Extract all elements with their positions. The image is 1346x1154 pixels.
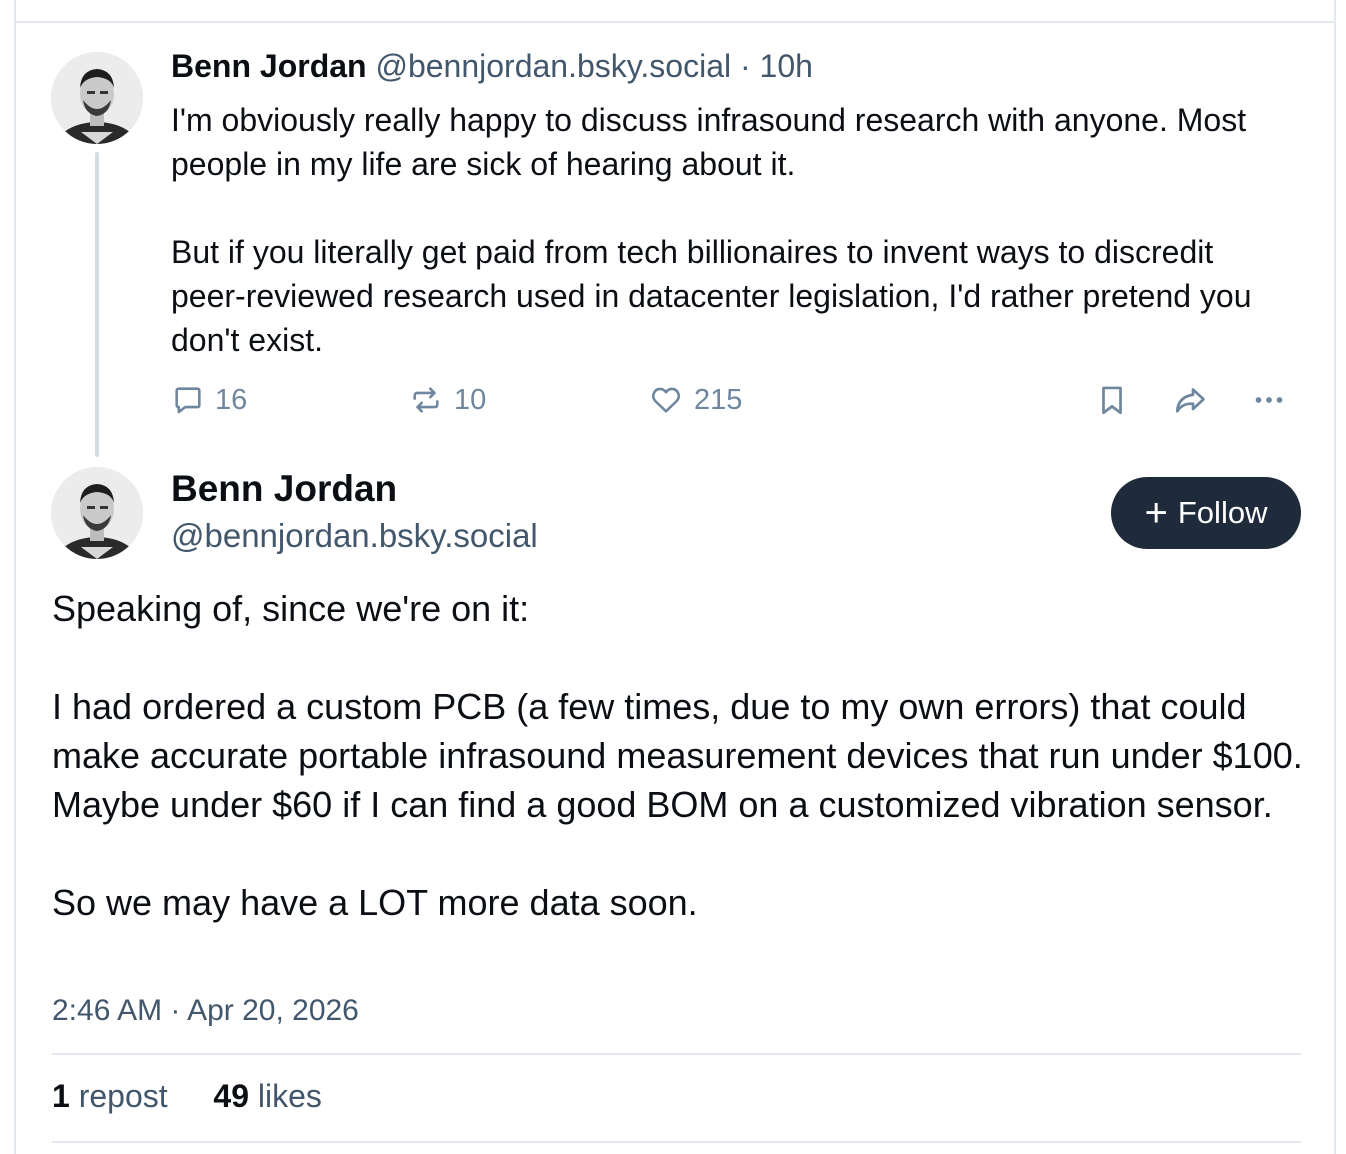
bookmark-icon <box>1102 386 1122 415</box>
top-divider <box>14 21 1336 23</box>
reply-author-handle[interactable]: @bennjordan.bsky.social <box>375 48 731 84</box>
follow-label: Follow <box>1177 495 1268 530</box>
post-timestamp[interactable]: 2:46 AM · Apr 20, 2026 <box>52 994 359 1028</box>
reply-button[interactable]: 16 <box>171 380 247 420</box>
stats-top-divider <box>52 1053 1301 1055</box>
reply-paragraph: I'm obviously really happy to discuss in… <box>171 102 1247 182</box>
post-author-handle[interactable]: @bennjordan.bsky.social <box>171 517 538 555</box>
like-count: 215 <box>694 383 743 416</box>
like-stat-label: likes <box>257 1078 322 1114</box>
like-stat[interactable]: 49 likes <box>213 1078 322 1114</box>
plus-icon: + <box>1144 491 1168 535</box>
like-stat-count: 49 <box>213 1078 249 1114</box>
more-options-button[interactable] <box>1250 380 1288 420</box>
share-button[interactable] <box>1170 380 1210 420</box>
repost-stat-count: 1 <box>52 1078 70 1114</box>
repost-count: 10 <box>454 383 487 416</box>
reply-author-name[interactable]: Benn Jordan <box>171 48 367 84</box>
like-icon <box>651 387 681 413</box>
reply-time[interactable]: · 10h <box>740 48 813 84</box>
thread-connector-line <box>95 152 99 457</box>
post-paragraph: I had ordered a custom PCB (a few times,… <box>52 686 1303 825</box>
post-stats: 1 repost 49 likes <box>52 1078 322 1115</box>
more-icon <box>1255 397 1283 403</box>
post-avatar[interactable] <box>51 467 143 559</box>
post-author-name[interactable]: Benn Jordan <box>171 468 397 510</box>
share-icon <box>1175 388 1205 413</box>
reply-header: Benn Jordan @bennjordan.bsky.social · 10… <box>171 48 813 85</box>
avatar-image <box>51 467 143 559</box>
avatar-image <box>51 52 143 144</box>
stats-bottom-divider <box>52 1141 1301 1143</box>
post-paragraph: So we may have a LOT more data soon. <box>52 882 698 923</box>
post-body: Speaking of, since we're on it: I had or… <box>52 584 1322 927</box>
reply-avatar[interactable] <box>51 52 143 144</box>
repost-button[interactable]: 10 <box>408 380 486 420</box>
repost-stat-label: repost <box>78 1078 168 1114</box>
reply-icon <box>175 387 201 414</box>
post-paragraph: Speaking of, since we're on it: <box>52 588 530 629</box>
like-button[interactable]: 215 <box>648 380 742 420</box>
repost-icon <box>413 387 439 413</box>
repost-stat[interactable]: 1 repost <box>52 1078 168 1114</box>
bookmark-button[interactable] <box>1095 380 1129 420</box>
reply-paragraph: But if you literally get paid from tech … <box>171 234 1252 358</box>
reply-count: 16 <box>215 383 248 416</box>
follow-button[interactable]: + Follow <box>1111 477 1301 549</box>
reply-body: I'm obviously really happy to discuss in… <box>171 98 1291 362</box>
